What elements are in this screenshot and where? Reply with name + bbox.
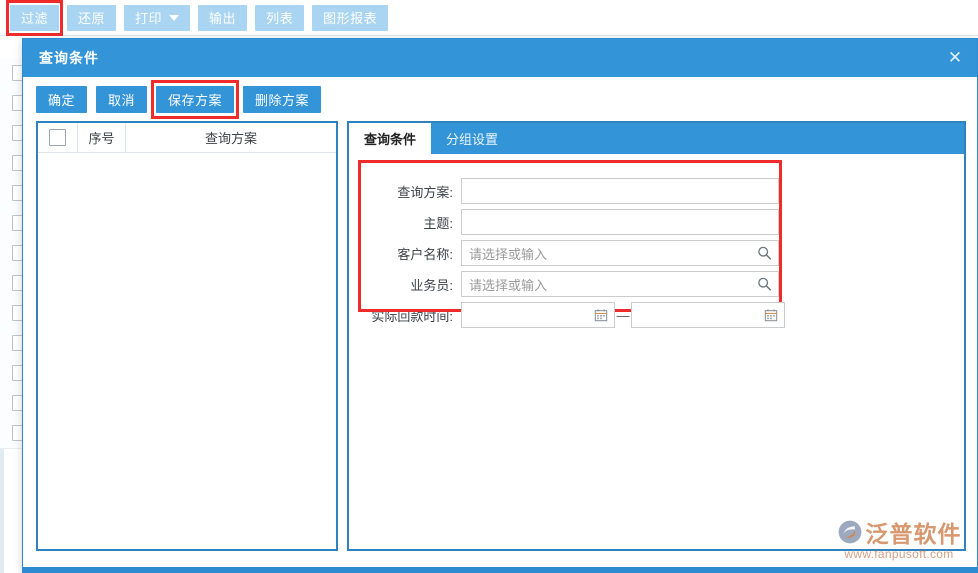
dialog-title: 查询条件 (39, 50, 99, 66)
salesperson-input[interactable]: 请选择或输入 (461, 271, 779, 297)
field-row-scheme-name: 查询方案: (363, 176, 964, 206)
cancel-button-label: 取消 (108, 92, 136, 108)
toolbar-button-print[interactable]: 打印 (124, 4, 191, 31)
scheme-name-input[interactable] (461, 178, 779, 204)
field-label-actual-payment-date: 实际回款时间: (371, 308, 453, 324)
field-label-scheme-name: 查询方案: (397, 184, 453, 200)
confirm-button-label: 确定 (48, 92, 76, 108)
actual-payment-date-from-input[interactable] (461, 302, 615, 328)
tab-query-conditions-label: 查询条件 (364, 132, 417, 147)
save-scheme-button[interactable]: 保存方案 (151, 79, 240, 119)
field-row-customer-name: 客户名称: 请选择或输入 (363, 238, 964, 268)
background-toolbar: 过滤 还原 打印 输出 列表 图形报表 (0, 0, 978, 36)
select-all-checkbox[interactable] (49, 129, 66, 146)
actual-payment-date-to-input[interactable] (631, 302, 785, 328)
toolbar-button-restore[interactable]: 还原 (67, 4, 117, 31)
field-label-salesperson: 业务员: (410, 277, 453, 293)
toolbar-button-filter[interactable]: 过滤 (5, 0, 64, 36)
dialog-action-bar: 确定 取消 保存方案 删除方案 (23, 77, 977, 121)
query-condition-dialog: 查询条件 ✕ 确定 取消 保存方案 删除方案 序号 查询方案 查询条件 分组设置… (22, 38, 978, 573)
field-label-customer-name: 客户名称: (397, 246, 453, 262)
brand-watermark-name: 泛普软件 (865, 521, 962, 547)
screen: 过滤 还原 打印 输出 列表 图形报表 查询条件 ✕ 确定 取消 保存方案 删除… (0, 0, 978, 573)
customer-name-input[interactable]: 请选择或输入 (461, 240, 779, 266)
toolbar-button-restore-label: 还原 (78, 11, 106, 26)
subject-input[interactable] (461, 209, 779, 235)
scheme-table-panel: 序号 查询方案 (36, 121, 338, 551)
tab-bar: 查询条件 分组设置 (349, 123, 964, 154)
date-range-separator: — (616, 307, 630, 323)
toolbar-button-chart-report[interactable]: 图形报表 (312, 4, 389, 31)
calendar-icon[interactable] (594, 308, 608, 322)
field-row-salesperson: 业务员: 请选择或输入 (363, 269, 964, 299)
save-scheme-button-label: 保存方案 (168, 92, 223, 108)
scheme-table-header-name: 查询方案 (204, 131, 257, 146)
dialog-header: 查询条件 ✕ (23, 39, 977, 77)
brand-watermark-logo-row: 泛普软件 (837, 515, 962, 549)
delete-scheme-button-label: 删除方案 (255, 92, 310, 108)
tab-group-settings[interactable]: 分组设置 (431, 123, 513, 154)
toolbar-button-filter-label: 过滤 (21, 11, 49, 26)
search-icon[interactable] (757, 246, 772, 261)
tab-query-conditions[interactable]: 查询条件 (349, 123, 432, 154)
filter-form-rows: 查询方案: 主题: 客户名称: 请选择或输入 业务员: 请选择或输入 实际回款时… (349, 164, 964, 330)
filter-tab-panel: 查询条件 分组设置 查询方案: 主题: 客户名称: 请选择或输入 业务员: 请选… (347, 121, 966, 551)
toolbar-button-list-label: 列表 (266, 11, 294, 26)
close-icon[interactable]: ✕ (933, 39, 977, 77)
filter-form: 查询方案: 主题: 客户名称: 请选择或输入 业务员: 请选择或输入 实际回款时… (349, 154, 964, 330)
tab-group-settings-label: 分组设置 (446, 132, 499, 147)
field-label-subject: 主题: (423, 215, 453, 231)
field-row-actual-payment-date: 实际回款时间: — (363, 300, 964, 330)
scheme-table-header-index: 序号 (78, 123, 126, 152)
toolbar-button-export-label: 输出 (209, 11, 237, 26)
toolbar-button-print-label: 打印 (135, 11, 163, 26)
customer-name-input-placeholder: 请选择或输入 (469, 246, 548, 262)
fanpu-logo-icon (838, 520, 861, 544)
cancel-button[interactable]: 取消 (96, 85, 148, 113)
delete-scheme-button[interactable]: 删除方案 (243, 85, 322, 113)
salesperson-input-placeholder: 请选择或输入 (469, 277, 548, 293)
brand-watermark-url: www.fanpusoft.com (844, 547, 954, 561)
confirm-button[interactable]: 确定 (36, 85, 88, 113)
calendar-icon[interactable] (764, 308, 778, 322)
search-icon[interactable] (757, 277, 772, 292)
toolbar-button-list[interactable]: 列表 (255, 4, 305, 31)
brand-watermark: 泛普软件 www.fanpusoft.com (829, 515, 969, 561)
toolbar-button-chart-report-label: 图形报表 (323, 11, 378, 26)
field-row-subject: 主题: (363, 207, 964, 237)
chevron-down-icon (169, 14, 180, 21)
dialog-content: 序号 查询方案 查询条件 分组设置 查询方案: 主题: 客户名称: 请选择或输入… (23, 121, 977, 551)
scheme-table-header: 序号 查询方案 (38, 123, 336, 153)
scheme-table-header-select-all[interactable] (38, 123, 78, 152)
scheme-table-body[interactable] (38, 153, 336, 549)
toolbar-button-export[interactable]: 输出 (198, 4, 248, 31)
dialog-body: 确定 取消 保存方案 删除方案 序号 查询方案 查询条件 分组设置 查询方案: … (23, 77, 977, 551)
